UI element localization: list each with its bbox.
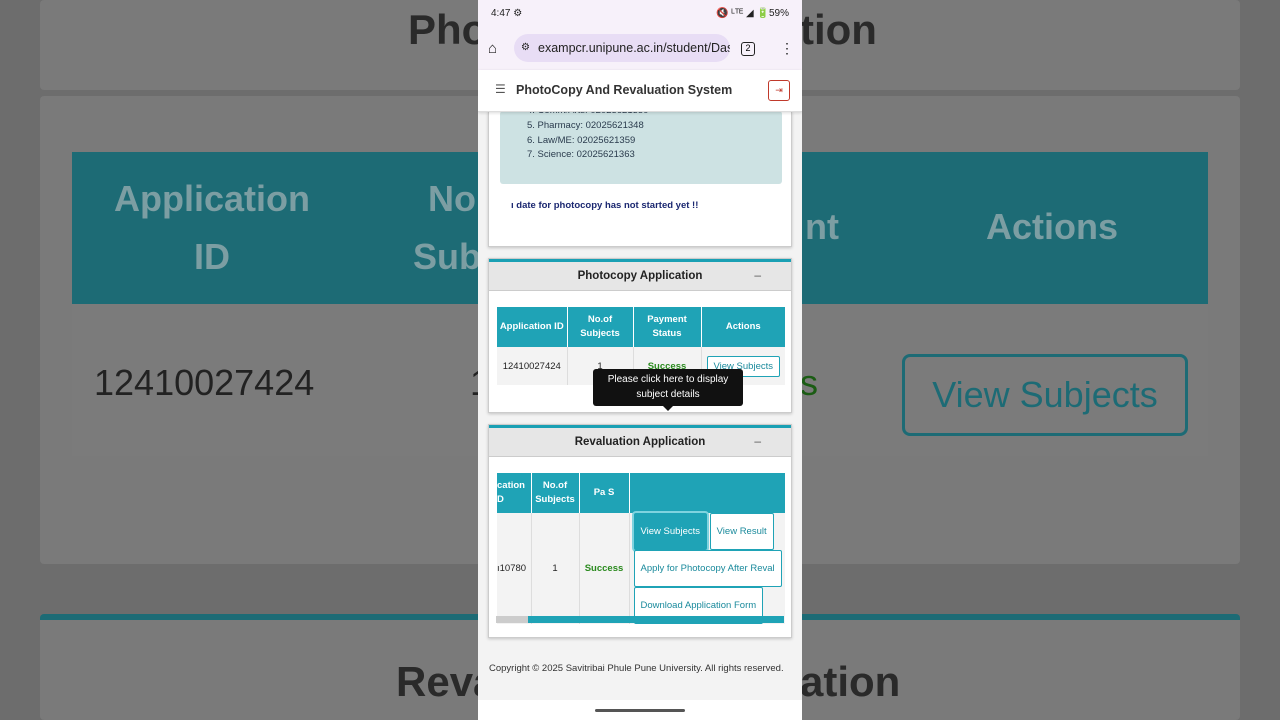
contact-line: 7. Science: 02025621363 (527, 149, 635, 160)
status-time: 4:47 ⚙ (491, 8, 523, 19)
collapse-icon[interactable]: – (754, 268, 761, 282)
col-application-id: cation D (497, 473, 532, 513)
collapse-icon[interactable]: – (754, 434, 761, 448)
col-subjects: No.of Subjects (531, 473, 580, 513)
app-header: ☰ PhotoCopy And Revaluation System ⇥ (478, 70, 802, 112)
photocopy-card-header[interactable]: Photocopy Application – (489, 259, 791, 291)
tooltip: Please click here to display subject det… (593, 369, 743, 411)
cell-subjects: 1 (531, 513, 580, 624)
bg-cell-3: s (800, 362, 818, 403)
col-payment-status: Payment Status (633, 307, 702, 347)
horizontal-scrollbar[interactable] (496, 616, 784, 623)
col-actions: Actions (701, 307, 785, 347)
table-row: ı10780 1 Success View Subjects View Resu… (497, 513, 785, 624)
footer: Copyright © 2025 Savitribai Phule Pune U… (478, 650, 802, 700)
site-settings-icon[interactable]: ⚙ (521, 34, 530, 62)
col-actions (629, 473, 785, 513)
contact-info-box: 4. Comm/Arts: 02025621350 5. Pharmacy: 0… (500, 105, 782, 184)
scrollbar-thumb[interactable] (528, 616, 784, 623)
status-icons: 🔇 ᴸᵀᴱ ◢ 🔋59% (716, 8, 789, 19)
cell-application-id: ı10780 (497, 513, 532, 624)
browser-toolbar: ⌂ ⚙ exampcr.unipune.ac.in/student/Das 2 … (478, 28, 802, 70)
view-result-button[interactable]: View Result (709, 513, 774, 550)
hamburger-icon[interactable]: ☰ (495, 82, 506, 96)
col-subjects: No.of Subjects (567, 307, 634, 347)
revaluation-table: cation D No.of Subjects Pa S ı10780 1 Su… (497, 473, 785, 624)
url-text: exampcr.unipune.ac.in/student/Das (538, 41, 730, 55)
bg-bottom-right: ation (800, 658, 901, 705)
contact-line: 6. Law/ME: 02025621359 (527, 135, 636, 146)
more-menu-icon[interactable]: ⋮ (780, 40, 794, 57)
logout-button[interactable]: ⇥ (768, 80, 790, 101)
home-icon[interactable]: ⌂ (488, 40, 497, 57)
bg-title-left: Pho (408, 6, 488, 53)
cell-application-id: 12410027424 (497, 347, 568, 385)
photocopy-heading: Photocopy Application (577, 270, 703, 282)
date-notice: ı date for photocopy has not started yet… (511, 200, 699, 211)
col-payment-status: Pa S (579, 473, 630, 513)
apply-photocopy-button[interactable]: Apply for Photocopy After Reval (633, 550, 782, 587)
contact-line: 5. Pharmacy: 02025621348 (527, 120, 644, 131)
revaluation-card-header[interactable]: Revaluation Application – (489, 425, 791, 457)
gesture-bar (478, 700, 802, 720)
logout-icon: ⇥ (775, 85, 783, 95)
phone-screen: 4:47 ⚙ 🔇 ᴸᵀᴱ ◢ 🔋59% ⌂ ⚙ exampcr.unipune.… (478, 0, 802, 720)
revaluation-card: Revaluation Application – cation D No.of… (488, 424, 792, 638)
bg-head-1: Application ID (114, 178, 310, 277)
bg-head-4: Actions (985, 206, 1118, 247)
url-bar[interactable]: ⚙ exampcr.unipune.ac.in/student/Das (514, 34, 730, 62)
bg-cell-1: 12410027424 (94, 362, 315, 403)
cell-actions: View Subjects View Result Apply for Phot… (629, 513, 785, 624)
bg-view-subjects: View Subjects (902, 354, 1188, 436)
info-card: 4. Comm/Arts: 02025621350 5. Pharmacy: 0… (488, 105, 792, 247)
bg-title-right: tion (800, 6, 877, 53)
view-subjects-button[interactable]: View Subjects (633, 513, 707, 550)
gesture-handle[interactable] (595, 709, 685, 712)
revaluation-heading: Revaluation Application (574, 436, 706, 448)
col-application-id: Application ID (497, 307, 568, 347)
app-title: PhotoCopy And Revaluation System (516, 83, 733, 97)
status-bar: 4:47 ⚙ 🔇 ᴸᵀᴱ ◢ 🔋59% (478, 0, 802, 28)
cell-payment-status: Success (579, 513, 630, 624)
tab-count-button[interactable]: 2 (741, 42, 755, 56)
